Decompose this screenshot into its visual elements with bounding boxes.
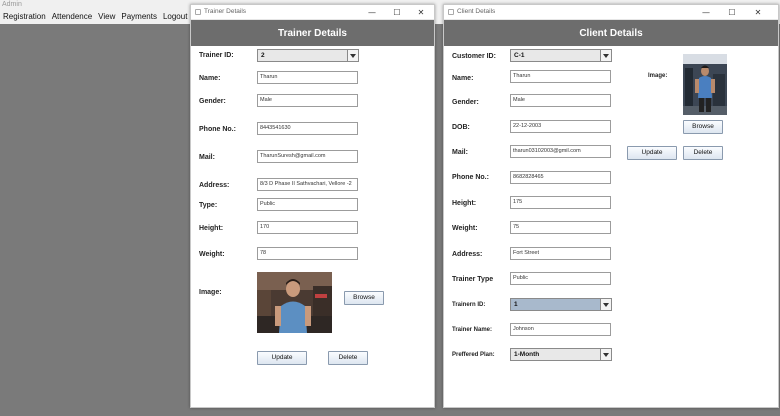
trainer-id-label: Trainern ID: [452, 302, 486, 308]
client-name-label: Name: [452, 75, 474, 82]
client-delete-button[interactable]: Delete [683, 146, 723, 160]
window-icon [195, 9, 201, 15]
trainer-id-value: 1 [514, 301, 518, 308]
trainer-photo [257, 272, 332, 333]
client-update-button[interactable]: Update [627, 146, 677, 160]
minimize-icon[interactable]: — [360, 5, 384, 20]
client-photo [683, 54, 727, 115]
trainer-window-titlebar[interactable]: Trainer Details — ☐ ✕ [191, 5, 434, 20]
trainer-height-field[interactable]: 170 [257, 221, 358, 234]
trainer-mail-label: Mail: [199, 154, 215, 161]
client-gender-label: Gender: [452, 99, 479, 106]
preferred-plan-label: Preffered Plan: [452, 352, 495, 358]
client-gender-field[interactable]: Male [510, 94, 611, 107]
trainer-phone-label: Phone No.: [199, 126, 236, 133]
client-page-title: Client Details [444, 20, 778, 46]
trainer-gender-field[interactable]: Male [257, 94, 358, 107]
customer-id-combo[interactable]: C-1 [510, 49, 612, 62]
client-form: Client Details Customer ID: C-1 Name: Th… [444, 20, 778, 407]
customer-id-label: Customer ID: [452, 53, 496, 60]
chevron-down-icon[interactable] [600, 299, 611, 310]
chevron-down-icon[interactable] [347, 50, 358, 61]
trainer-image-label: Image: [199, 289, 222, 296]
trainer-address-label: Address: [199, 182, 230, 189]
client-image-label: Image: [648, 73, 668, 79]
client-dob-field[interactable]: 22-12-2003 [510, 120, 611, 133]
client-dob-label: DOB: [452, 124, 470, 131]
preferred-plan-combo[interactable]: 1-Month [510, 348, 612, 361]
client-name-field[interactable]: Tharun [510, 70, 611, 83]
trainer-page-title: Trainer Details [191, 20, 434, 46]
close-icon[interactable]: ✕ [409, 5, 433, 20]
client-height-field[interactable]: 175 [510, 196, 611, 209]
client-mail-field[interactable]: tharun03102003@gmil.com [510, 145, 611, 158]
client-weight-field[interactable]: 75 [510, 221, 611, 234]
client-address-label: Address: [452, 251, 483, 258]
chevron-down-icon[interactable] [600, 349, 611, 360]
client-details-window: Client Details — ☐ ✕ Client Details Cust… [443, 4, 779, 408]
client-phone-field[interactable]: 8682828465 [510, 171, 611, 184]
trainer-type-field[interactable]: Public [257, 198, 358, 211]
close-icon[interactable]: ✕ [746, 5, 770, 20]
client-weight-label: Weight: [452, 225, 478, 232]
minimize-icon[interactable]: — [694, 5, 718, 20]
trainer-details-window: Trainer Details — ☐ ✕ Trainer Details Tr… [190, 4, 435, 408]
client-window-title: Client Details [457, 8, 496, 15]
trainer-weight-field[interactable]: 78 [257, 247, 358, 260]
trainer-height-label: Height: [199, 225, 224, 232]
trainer-browse-button[interactable]: Browse [344, 291, 384, 305]
trainer-name-field[interactable]: Tharun [257, 71, 358, 84]
menu-registration[interactable]: Registration [0, 10, 49, 24]
menu-logout[interactable]: Logout [160, 10, 190, 24]
client-browse-button[interactable]: Browse [683, 120, 723, 134]
trainer-phone-field[interactable]: 8443541630 [257, 122, 358, 135]
client-window-titlebar[interactable]: Client Details — ☐ ✕ [444, 5, 778, 20]
trainer-name-label: Name: [199, 75, 221, 82]
trainer-update-button[interactable]: Update [257, 351, 307, 365]
menu-attendence[interactable]: Attendence [49, 10, 95, 24]
client-photo-image [683, 54, 727, 115]
menu-view[interactable]: View [95, 10, 118, 24]
menu-payments[interactable]: Payments [118, 10, 160, 24]
trainer-weight-label: Weight: [199, 251, 225, 258]
maximize-icon[interactable]: ☐ [385, 5, 409, 20]
trainer-type-label: Trainer Type [452, 276, 494, 283]
trainer-form: Trainer Details Trainer ID: 2 Name: Thar… [191, 20, 434, 407]
client-address-field[interactable]: Fort Street [510, 247, 611, 260]
trainer-mail-field[interactable]: TharunSuresh@gmail.com [257, 150, 358, 163]
chevron-down-icon[interactable] [600, 50, 611, 61]
trainer-name-field[interactable]: Johnson [510, 323, 611, 336]
trainer-id-combo[interactable]: 1 [510, 298, 612, 311]
trainer-id-value: 2 [261, 52, 265, 59]
trainer-window-title: Trainer Details [204, 8, 247, 15]
preferred-plan-value: 1-Month [514, 351, 540, 358]
maximize-icon[interactable]: ☐ [720, 5, 744, 20]
trainer-photo-image [257, 272, 332, 333]
trainer-gender-label: Gender: [199, 98, 226, 105]
trainer-address-field[interactable]: 8/3 D Phase II Sathvachari, Vellore -2 [257, 178, 358, 191]
client-height-label: Height: [452, 200, 477, 207]
trainer-name-label: Trainer Name: [452, 327, 493, 333]
client-mail-label: Mail: [452, 149, 468, 156]
trainer-type-label: Type: [199, 202, 218, 209]
window-icon [448, 9, 454, 15]
customer-id-value: C-1 [514, 52, 525, 59]
client-phone-label: Phone No.: [452, 174, 489, 181]
trainer-delete-button[interactable]: Delete [328, 351, 368, 365]
trainer-id-label: Trainer ID: [199, 52, 234, 59]
trainer-type-field[interactable]: Public [510, 272, 611, 285]
trainer-id-combo[interactable]: 2 [257, 49, 359, 62]
